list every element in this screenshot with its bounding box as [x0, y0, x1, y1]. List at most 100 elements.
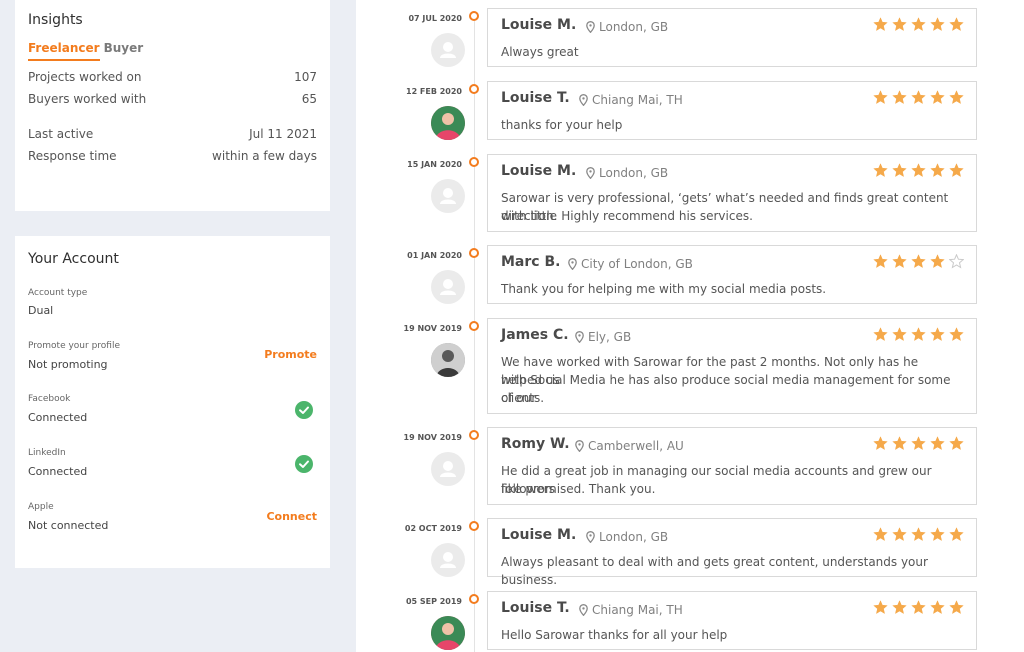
star-filled-icon [892, 163, 907, 178]
timeline-dot [469, 157, 479, 167]
stat-value: 107 [294, 70, 317, 84]
review-date: 12 FEB 2020 [406, 87, 462, 96]
location-text: City of London, GB [581, 257, 693, 271]
star-filled-icon [930, 436, 945, 451]
promote-value: Not promoting [28, 358, 108, 371]
reviewer-name[interactable]: James C. [501, 327, 569, 343]
location-pin-icon [579, 604, 588, 616]
rating-stars [869, 90, 964, 105]
timeline-line [474, 17, 475, 652]
timeline-dot [469, 321, 479, 331]
star-filled-icon [911, 436, 926, 451]
star-filled-icon [873, 163, 888, 178]
star-filled-icon [873, 527, 888, 542]
reviewer-location: London, GB [586, 166, 668, 180]
location-pin-icon [575, 440, 584, 452]
avatar[interactable] [431, 179, 465, 213]
review-text-line: Always pleasant to deal with and gets gr… [501, 555, 928, 587]
avatar[interactable] [431, 616, 465, 650]
star-filled-icon [892, 254, 907, 269]
promote-button[interactable]: Promote [264, 348, 317, 361]
location-text: London, GB [599, 20, 669, 34]
stat-buyers: Buyers worked with 65 [28, 92, 317, 106]
star-filled-icon [930, 163, 945, 178]
star-filled-icon [892, 17, 907, 32]
linkedin-label: LinkedIn [28, 448, 66, 458]
stat-label: Response time [28, 149, 117, 163]
review-card: Louise T. Chiang Mai, TH thanks for your h… [487, 81, 977, 140]
review-card: Romy W. Camberwell, AU He did a great job … [487, 427, 977, 505]
tab-buyer[interactable]: Buyer [104, 41, 144, 55]
location-text: Chiang Mai, TH [592, 93, 683, 107]
stat-label: Buyers worked with [28, 92, 147, 106]
star-filled-icon [873, 17, 888, 32]
review-date: 02 OCT 2019 [404, 524, 462, 533]
rating-stars [869, 527, 964, 542]
star-filled-icon [892, 600, 907, 615]
location-text: Chiang Mai, TH [592, 603, 683, 617]
stat-response-time: Response time within a few days [28, 149, 317, 163]
avatar[interactable] [431, 343, 465, 377]
reviewer-name[interactable]: Louise M. [501, 17, 576, 33]
review-date: 19 NOV 2019 [403, 324, 462, 333]
reviewer-location: Chiang Mai, TH [579, 93, 683, 107]
tab-freelancer[interactable]: Freelancer [28, 41, 100, 61]
star-filled-icon [930, 600, 945, 615]
star-filled-icon [949, 17, 964, 32]
location-pin-icon [568, 258, 577, 270]
reviewer-name[interactable]: Louise T. [501, 90, 570, 106]
reviewer-location: Ely, GB [575, 330, 631, 344]
star-filled-icon [949, 527, 964, 542]
reviewer-name[interactable]: Louise M. [501, 163, 576, 179]
facebook-value: Connected [28, 411, 88, 424]
star-filled-icon [873, 327, 888, 342]
star-filled-icon [930, 90, 945, 105]
rating-stars [869, 254, 964, 269]
review-card: Louise M. London, GB Always great [487, 8, 977, 67]
stat-last-active: Last active Jul 11 2021 [28, 127, 317, 141]
avatar[interactable] [431, 270, 465, 304]
location-pin-icon [575, 331, 584, 343]
star-empty-icon [949, 254, 964, 269]
star-filled-icon [873, 436, 888, 451]
connect-button[interactable]: Connect [266, 510, 317, 523]
review-text-line: clients. [501, 391, 545, 405]
location-pin-icon [586, 531, 595, 543]
avatar[interactable] [431, 543, 465, 577]
rating-stars [869, 17, 964, 32]
star-filled-icon [892, 327, 907, 342]
rating-stars [869, 436, 964, 451]
stat-value: 65 [301, 92, 317, 106]
facebook-label: Facebook [28, 394, 71, 404]
star-filled-icon [892, 527, 907, 542]
stat-label: Last active [28, 127, 94, 141]
promote-label: Promote your profile [28, 341, 121, 351]
review-card: Louise M. London, GB Always pleasant to de… [487, 518, 977, 587]
location-pin-icon [579, 94, 588, 106]
reviewer-name[interactable]: Louise T. [501, 600, 570, 616]
timeline-dot [469, 521, 479, 531]
review-card: Marc B. City of London, GB Thank you for h… [487, 245, 977, 304]
rating-stars [869, 327, 964, 342]
insights-title: Insights [28, 12, 83, 28]
star-filled-icon [892, 436, 907, 451]
location-text: Camberwell, AU [588, 439, 684, 453]
check-icon [295, 401, 313, 419]
avatar[interactable] [431, 452, 465, 486]
apple-label: Apple [28, 502, 54, 512]
review-text-line: Thank you for helping me with my social … [501, 282, 827, 296]
location-text: Ely, GB [588, 330, 632, 344]
avatar[interactable] [431, 33, 465, 67]
star-filled-icon [930, 527, 945, 542]
star-filled-icon [930, 327, 945, 342]
avatar[interactable] [431, 106, 465, 140]
review-date: 15 JAN 2020 [407, 160, 462, 169]
star-filled-icon [949, 327, 964, 342]
review-text-line: Hello Sarowar thanks for all your help [501, 628, 728, 642]
star-filled-icon [911, 527, 926, 542]
reviewer-name[interactable]: Marc B. [501, 254, 560, 270]
reviewer-name[interactable]: Louise M. [501, 527, 576, 543]
reviewer-name[interactable]: Romy W. [501, 436, 570, 452]
stat-value: Jul 11 2021 [249, 127, 317, 141]
star-filled-icon [873, 254, 888, 269]
